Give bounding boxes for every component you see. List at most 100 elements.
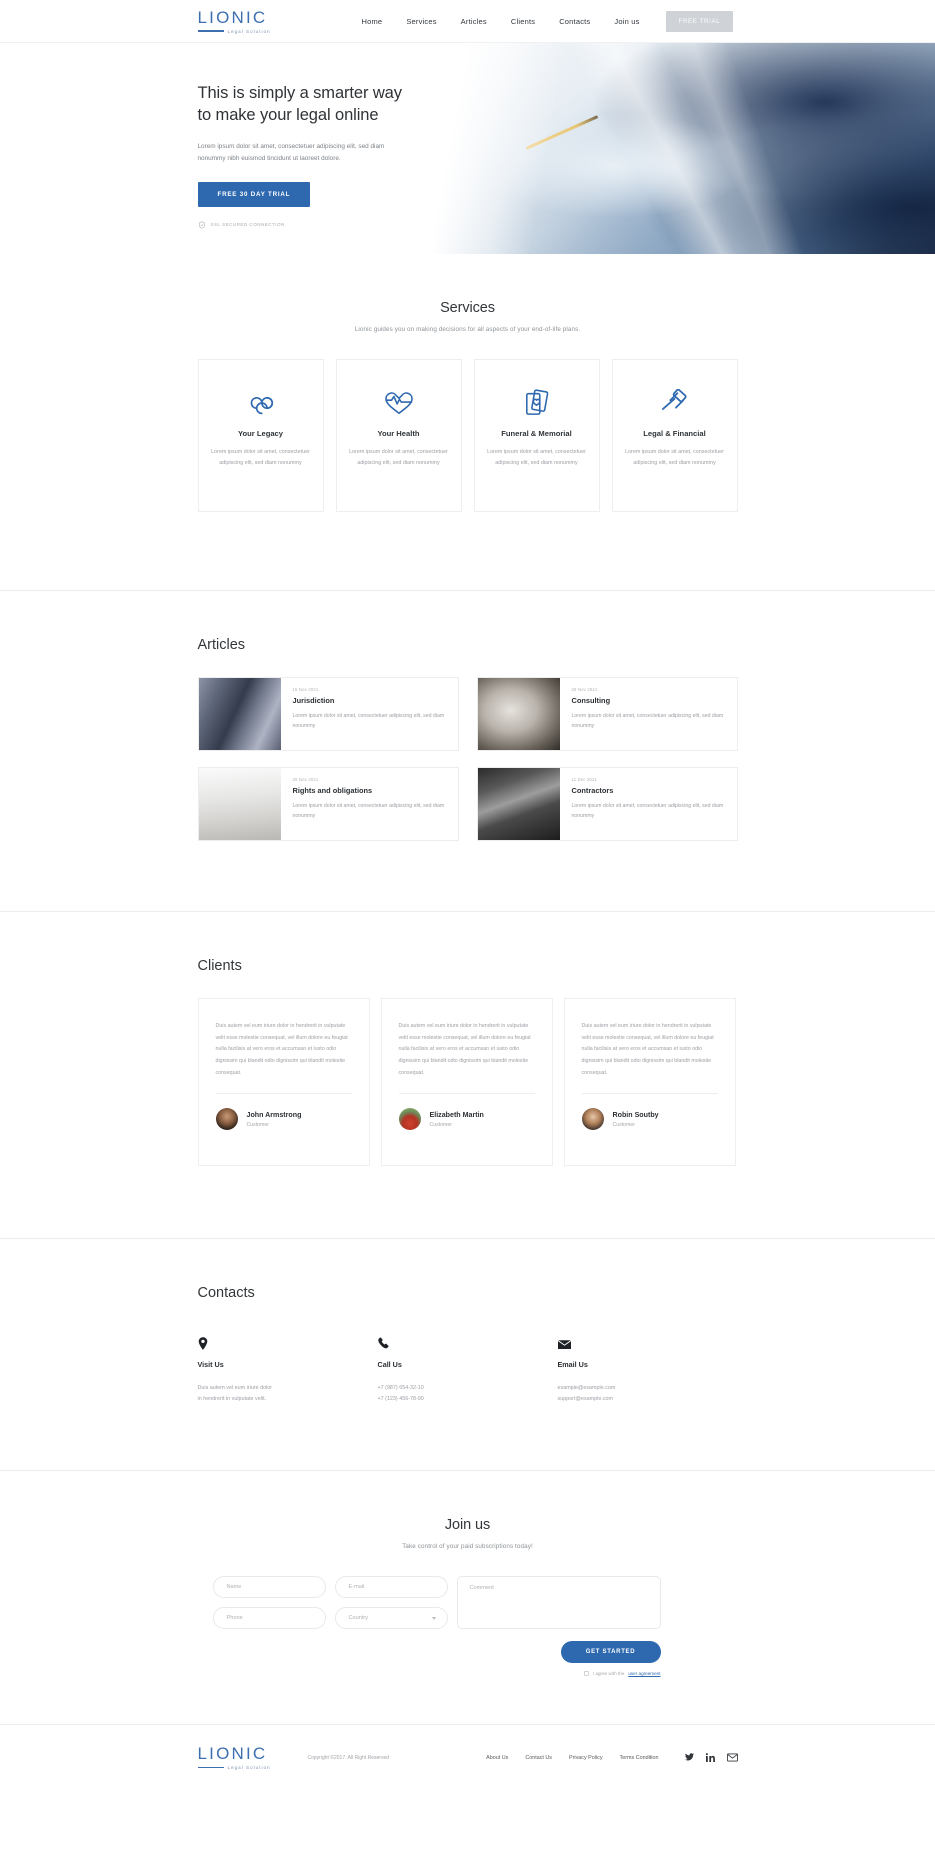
- testimonial-card: Duis autem vel eum iriure dolor in hendr…: [563, 998, 736, 1166]
- cards-icon: [524, 386, 550, 420]
- services-grid: Your Legacy Lorem ipsum dolor sit amet, …: [197, 359, 738, 512]
- logo-rule: [197, 30, 224, 32]
- article-card[interactable]: 11 Dec 2021 Contractors Lorem ipsum dolo…: [476, 767, 738, 841]
- testimonial-divider: [215, 1093, 352, 1095]
- service-card-your-legacy[interactable]: Your Legacy Lorem ipsum dolor sit amet, …: [197, 359, 324, 512]
- contact-line-1[interactable]: +7 (987) 654-32-10: [378, 1385, 424, 1391]
- footer-link-terms-condition[interactable]: Terms Condition: [620, 1755, 659, 1761]
- article-desc: Lorem ipsum dolor sit amet, consectetuer…: [292, 713, 445, 730]
- nav-item-articles[interactable]: Articles: [461, 17, 487, 26]
- agreement-row: I agree with the user agreement: [583, 1671, 661, 1677]
- free-trial-button[interactable]: FREE TRIAL: [665, 10, 734, 32]
- contact-line-1: Duis autem vel eum iriure dolor: [197, 1385, 273, 1391]
- footer-logo[interactable]: LIONIC Legal Solution: [197, 1744, 284, 1770]
- article-desc: Lorem ipsum dolor sit amet, consectetuer…: [571, 713, 724, 730]
- logo-tagline: Legal Solution: [227, 28, 271, 34]
- article-card[interactable]: 15 Nov 2021 Jurisdiction Lorem ipsum dol…: [197, 677, 459, 751]
- user-agreement-link[interactable]: user agreement: [628, 1671, 660, 1676]
- service-card-your-health[interactable]: Your Health Lorem ipsum dolor sit amet, …: [335, 359, 462, 512]
- articles-grid: 15 Nov 2021 Jurisdiction Lorem ipsum dol…: [197, 677, 738, 841]
- article-card[interactable]: 29 Nov 2021 Rights and obligations Lorem…: [197, 767, 459, 841]
- service-title: Legal & Financial: [643, 429, 706, 438]
- nav-item-join-us[interactable]: Join us: [614, 17, 639, 26]
- phone-input[interactable]: Phone: [212, 1607, 326, 1630]
- hero-paragraph: Lorem ipsum dolor sit amet, consectetuer…: [197, 142, 385, 162]
- twitter-icon[interactable]: [684, 1749, 694, 1767]
- contact-heading: Email Us: [557, 1360, 588, 1369]
- service-desc: Lorem ipsum dolor sit amet, consectetuer…: [349, 449, 448, 466]
- service-card-legal-financial[interactable]: Legal & Financial Lorem ipsum dolor sit …: [611, 359, 738, 512]
- hero-cta-button[interactable]: FREE 30 DAY TRIAL: [197, 181, 311, 207]
- country-select-value: Country: [348, 1615, 369, 1622]
- footer-link-about-us[interactable]: About Us: [486, 1755, 508, 1761]
- contact-line-2[interactable]: +7 (123) 456-78-90: [378, 1396, 424, 1402]
- contact-line-2[interactable]: support@example.com: [558, 1396, 614, 1402]
- contact-column-call-us: Call Us +7 (987) 654-32-10 +7 (123) 456-…: [378, 1337, 558, 1404]
- avatar: [581, 1108, 604, 1131]
- article-date: 29 Nov 2021: [292, 777, 319, 782]
- contact-detail: example@example.com support@example.com: [558, 1383, 738, 1404]
- ssl-notice: SSL SECURED CONNECTION: [198, 220, 738, 229]
- join-form: Name Phone E-mail Country Comment GET ST…: [212, 1576, 723, 1677]
- nav-item-home[interactable]: Home: [362, 17, 383, 26]
- join-subtitle: Take control of your paid subscriptions …: [402, 1543, 533, 1551]
- join-section: Join us Take control of your paid subscr…: [0, 1471, 935, 1724]
- footer-link-contact-us[interactable]: Contact Us: [525, 1755, 552, 1761]
- copyright-text: Copyright ©2017. All Right Reserved: [307, 1754, 390, 1761]
- hero-title: This is simply a smarter way to make you…: [198, 83, 738, 127]
- testimonial-quote: Duis autem vel eum iriure dolor in hendr…: [215, 1023, 348, 1076]
- page-root: LIONIC Legal Solution Home Services Arti…: [0, 0, 935, 1790]
- article-card[interactable]: 28 Nov 2021 Consulting Lorem ipsum dolor…: [476, 677, 738, 751]
- contacts-section: Contacts Visit Us Duis autem vel eum iri…: [0, 1239, 935, 1470]
- email-input[interactable]: E-mail: [334, 1576, 448, 1599]
- contact-line-1[interactable]: example@example.com: [558, 1385, 616, 1391]
- testimonial-card: Duis autem vel eum iriure dolor in hendr…: [380, 998, 553, 1166]
- name-input[interactable]: Name: [212, 1576, 326, 1599]
- gavel-icon: [660, 386, 690, 420]
- footer-social: [684, 1749, 738, 1767]
- footer-logo-wordmark: LIONIC: [197, 1744, 268, 1764]
- contact-heading: Call Us: [377, 1360, 402, 1369]
- comment-textarea[interactable]: Comment: [456, 1576, 661, 1630]
- avatar: [215, 1108, 238, 1131]
- ssl-label: SSL SECURED CONNECTION: [210, 222, 285, 228]
- article-thumbnail: [198, 678, 281, 750]
- agreement-checkbox[interactable]: [583, 1671, 589, 1677]
- phone-icon: [377, 1337, 558, 1351]
- testimonial-role: Customer: [429, 1121, 453, 1128]
- get-started-button[interactable]: GET STARTED: [560, 1641, 661, 1664]
- testimonial-quote: Duis autem vel eum iriure dolor in hendr…: [398, 1023, 531, 1076]
- contact-heading: Visit Us: [197, 1360, 224, 1369]
- contact-detail: +7 (987) 654-32-10 +7 (123) 456-78-90: [378, 1383, 558, 1404]
- footer-link-privacy-policy[interactable]: Privacy Policy: [569, 1755, 603, 1761]
- services-title: Services: [440, 300, 495, 316]
- country-select[interactable]: Country: [334, 1607, 448, 1630]
- map-pin-icon: [198, 1337, 378, 1351]
- contacts-grid: Visit Us Duis autem vel eum iriure dolor…: [198, 1337, 738, 1404]
- testimonial-quote: Duis autem vel eum iriure dolor in hendr…: [581, 1023, 714, 1076]
- service-title: Your Health: [377, 429, 420, 438]
- footer-links: About Us Contact Us Privacy Policy Terms…: [486, 1755, 658, 1761]
- service-title: Funeral & Memorial: [501, 429, 572, 438]
- article-date: 11 Dec 2021: [571, 777, 598, 782]
- hero-section: This is simply a smarter way to make you…: [0, 42, 935, 254]
- nav-item-contacts[interactable]: Contacts: [559, 17, 590, 26]
- main-nav: Home Services Articles Clients Contacts …: [362, 17, 640, 26]
- email-icon[interactable]: [726, 1749, 738, 1767]
- service-desc: Lorem ipsum dolor sit amet, consectetuer…: [625, 449, 724, 466]
- hero-title-line1: This is simply a smarter way: [197, 84, 403, 102]
- nav-item-services[interactable]: Services: [406, 17, 436, 26]
- clients-grid: Duis autem vel eum iriure dolor in hendr…: [197, 998, 738, 1166]
- join-title: Join us: [444, 1517, 491, 1534]
- heart-pulse-icon: [383, 386, 415, 420]
- linkedin-icon[interactable]: [705, 1749, 715, 1767]
- agreement-text: I agree with the: [592, 1671, 625, 1677]
- contact-column-visit-us: Visit Us Duis autem vel eum iriure dolor…: [198, 1337, 378, 1404]
- nav-item-clients[interactable]: Clients: [511, 17, 535, 26]
- testimonial-name: Robin Soutby: [612, 1110, 659, 1119]
- service-card-funeral-memorial[interactable]: Funeral & Memorial Lorem ipsum dolor sit…: [473, 359, 600, 512]
- articles-section: Articles 15 Nov 2021 Jurisdiction Lorem …: [0, 591, 935, 911]
- logo[interactable]: LIONIC Legal Solution: [197, 9, 318, 34]
- contact-line-2: in hendrerit in vulputate velit.: [197, 1395, 267, 1402]
- article-desc: Lorem ipsum dolor sit amet, consectetuer…: [571, 803, 724, 820]
